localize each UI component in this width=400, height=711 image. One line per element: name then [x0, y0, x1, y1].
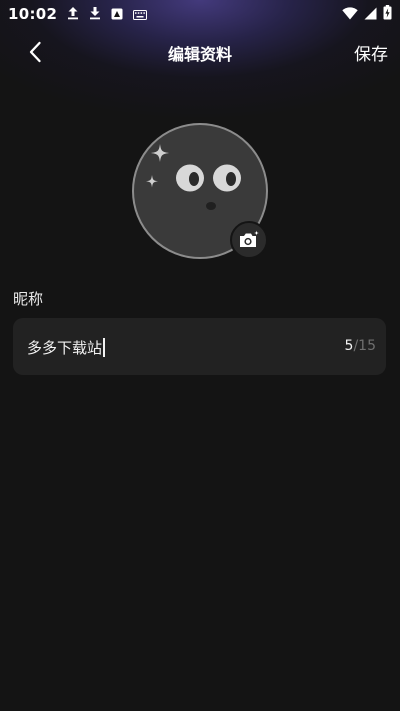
- download-icon: [89, 5, 101, 24]
- wifi-icon: [342, 5, 358, 24]
- character-counter: 5/15: [345, 338, 376, 354]
- char-count-max: /15: [353, 338, 376, 354]
- save-button[interactable]: 保存: [354, 40, 388, 65]
- battery-charging-icon: [383, 4, 392, 24]
- change-avatar-button[interactable]: [230, 221, 268, 259]
- camera-add-icon: [240, 230, 259, 247]
- signal-icon: [364, 5, 377, 24]
- nickname-label: 昵称: [13, 290, 44, 308]
- upload-icon: [67, 5, 79, 24]
- nav-bar: 编辑资料 保存: [0, 33, 400, 71]
- status-bar: 10:02: [0, 0, 400, 28]
- text-caret: [103, 338, 105, 357]
- status-time: 10:02: [8, 5, 58, 23]
- app-notification-icon: [111, 5, 123, 24]
- page-title: 编辑资料: [167, 45, 232, 64]
- char-count-current: 5: [344, 338, 354, 354]
- nickname-value: 多多下载站: [27, 339, 103, 357]
- keyboard-icon: [133, 5, 148, 24]
- nickname-input-content[interactable]: 多多下载站: [27, 337, 105, 358]
- nickname-field[interactable]: 多多下载站 5/15: [13, 318, 386, 375]
- status-notification-icons: [67, 5, 148, 24]
- status-system-icons: [342, 4, 392, 24]
